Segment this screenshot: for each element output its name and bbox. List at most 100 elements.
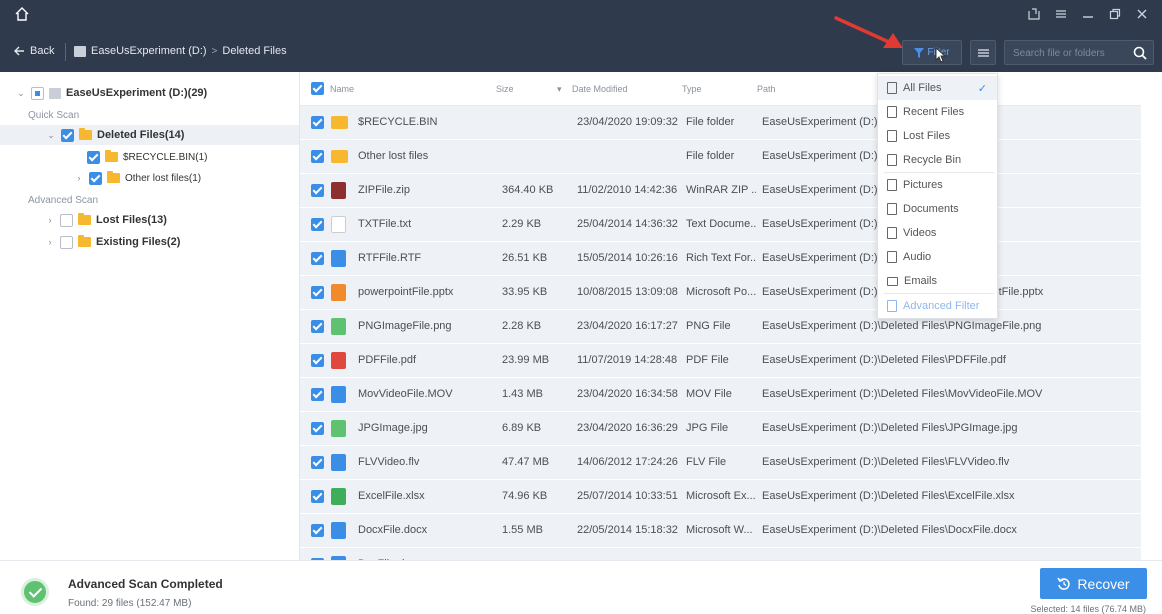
- filter-option-documents[interactable]: Documents: [878, 197, 997, 221]
- file-size: 6.89 KB: [502, 422, 542, 434]
- column-header-name[interactable]: Name: [330, 84, 354, 94]
- filter-option-recycle-bin[interactable]: Recycle Bin: [878, 148, 997, 172]
- row-checkbox[interactable]: [311, 184, 324, 197]
- row-checkbox[interactable]: [311, 150, 324, 163]
- recover-button[interactable]: Recover: [1040, 568, 1147, 599]
- chevron-down-icon[interactable]: ⌄: [46, 130, 56, 140]
- row-checkbox[interactable]: [311, 354, 324, 367]
- close-icon[interactable]: [1136, 8, 1148, 20]
- checkbox-unchecked[interactable]: [60, 235, 73, 249]
- status-bar: Advanced Scan Completed Found: 29 files …: [0, 560, 1162, 614]
- breadcrumb: EaseUsExperiment (D:) > Deleted Files: [74, 45, 287, 57]
- feedback-icon[interactable]: [1028, 8, 1040, 20]
- table-row[interactable]: ExcelFile.xlsx 74.96 KB 25/07/2014 10:33:5…: [300, 480, 1141, 514]
- file-name: ExcelFile.xlsx: [358, 490, 425, 502]
- tree-item-existing-files[interactable]: › Existing Files(2): [45, 232, 180, 252]
- file-size: 2.28 KB: [502, 320, 542, 332]
- tree-item-root[interactable]: ⌄ EaseUsExperiment (D:)(29): [16, 83, 207, 103]
- row-checkbox[interactable]: [311, 286, 324, 299]
- filter-option-lost-files[interactable]: Lost Files: [878, 124, 997, 148]
- select-all-checkbox[interactable]: [311, 82, 324, 95]
- scrollbar[interactable]: [1141, 72, 1162, 560]
- table-row[interactable]: MovVideoFile.MOV 1.43 MB 23/04/2020 16:34:…: [300, 378, 1141, 412]
- doc-file-icon: [331, 522, 346, 539]
- search-icon[interactable]: [1133, 46, 1147, 60]
- back-button[interactable]: Back: [14, 45, 54, 57]
- folder-file-icon: [331, 116, 348, 129]
- breadcrumb-drive[interactable]: EaseUsExperiment (D:): [91, 45, 207, 57]
- column-header-type[interactable]: Type: [682, 84, 702, 94]
- table-row[interactable]: DocFile.doc: [300, 548, 1141, 560]
- checkbox-checked[interactable]: [61, 128, 74, 142]
- list-view-button[interactable]: [970, 40, 996, 65]
- table-row[interactable]: RTFFile.RTF 26.51 KB 15/05/2014 10:26:16 Ri…: [300, 242, 1141, 276]
- folder-icon: [79, 128, 92, 140]
- filter-option-label: Documents: [903, 203, 959, 215]
- table-row[interactable]: powerpointFile.pptx 33.95 KB 10/08/2015 13…: [300, 276, 1141, 310]
- tree-item-label: Lost Files(13): [96, 214, 167, 226]
- filter-option-advanced[interactable]: Advanced Filter: [878, 294, 997, 318]
- file-size: 23.99 MB: [502, 354, 550, 366]
- breadcrumb-folder[interactable]: Deleted Files: [222, 45, 286, 57]
- filter-option-pictures[interactable]: Pictures: [878, 173, 997, 197]
- chevron-down-icon[interactable]: ⌄: [16, 88, 26, 98]
- file-size: 364.40 KB: [502, 184, 554, 196]
- home-icon[interactable]: [14, 6, 30, 22]
- filter-option-emails[interactable]: Emails: [878, 269, 997, 293]
- table-row[interactable]: Other lost files File folder EaseUsExperim…: [300, 140, 1141, 174]
- tree-item-label: Other lost files(1): [125, 172, 202, 184]
- chevron-right-icon[interactable]: ›: [74, 173, 84, 183]
- file-path: EaseUsExperiment (D:)\Deleted Files\Docx…: [762, 524, 1017, 536]
- filter-button[interactable]: Filter: [902, 40, 962, 65]
- checkbox-partial[interactable]: [31, 86, 44, 100]
- row-checkbox[interactable]: [311, 422, 324, 435]
- txt-file-icon: [331, 216, 346, 233]
- file-size: 26.51 KB: [502, 252, 548, 264]
- row-checkbox[interactable]: [311, 218, 324, 231]
- file-path: EaseUsExperiment (D:)\Deleted Files\MovV…: [762, 388, 1043, 400]
- row-checkbox[interactable]: [311, 252, 324, 265]
- filter-option-audio[interactable]: Audio: [878, 245, 997, 269]
- row-checkbox[interactable]: [311, 320, 324, 333]
- row-checkbox[interactable]: [311, 490, 324, 503]
- search-input[interactable]: [1013, 46, 1131, 60]
- restore-icon[interactable]: [1109, 8, 1121, 20]
- tree-item-deleted-files[interactable]: ⌄ Deleted Files(14): [0, 125, 299, 145]
- filter-option-all-files[interactable]: All Files ✓: [878, 76, 997, 100]
- tree-item-other-lost-files[interactable]: › Other lost files(1): [74, 168, 201, 188]
- file-date-modified: 10/08/2015 13:09:08: [577, 286, 678, 298]
- table-row[interactable]: PNGImageFile.png 2.28 KB 23/04/2020 16:17:…: [300, 310, 1141, 344]
- column-header-date[interactable]: Date Modified: [572, 84, 628, 94]
- table-row[interactable]: PDFFile.pdf 23.99 MB 11/07/2019 14:28:48 PD…: [300, 344, 1141, 378]
- file-type: File folder: [686, 116, 735, 128]
- column-header-path[interactable]: Path: [757, 84, 776, 94]
- table-row[interactable]: JPGImage.jpg 6.89 KB 23/04/2020 16:36:29 JP…: [300, 412, 1141, 446]
- chevron-right-icon[interactable]: ›: [45, 215, 55, 225]
- table-row[interactable]: DocxFile.docx 1.55 MB 22/05/2014 15:18:32 M…: [300, 514, 1141, 548]
- table-row[interactable]: $RECYCLE.BIN 23/04/2020 19:09:32 File fold…: [300, 106, 1141, 140]
- filter-option-videos[interactable]: Videos: [878, 221, 997, 245]
- row-checkbox[interactable]: [311, 388, 324, 401]
- table-row[interactable]: FLVVideo.flv 47.47 MB 14/06/2012 17:24:26 F…: [300, 446, 1141, 480]
- file-type: WinRAR ZIP ...: [686, 184, 756, 196]
- menu-icon[interactable]: [1055, 8, 1067, 20]
- table-row[interactable]: TXTFile.txt 2.29 KB 25/04/2014 14:36:32 Tex…: [300, 208, 1141, 242]
- title-bar: Back EaseUsExperiment (D:) > Deleted Fil…: [0, 0, 1162, 72]
- table-row[interactable]: ZIPFile.zip 364.40 KB 11/02/2010 14:42:36 W…: [300, 174, 1141, 208]
- chevron-right-icon[interactable]: ›: [45, 237, 55, 247]
- row-checkbox[interactable]: [311, 116, 324, 129]
- tree-item-recycle-bin[interactable]: $RECYCLE.BIN(1): [87, 147, 207, 167]
- row-checkbox[interactable]: [311, 524, 324, 537]
- filter-option-recent-files[interactable]: Recent Files: [878, 100, 997, 124]
- file-path: EaseUsExperiment (D:)\Deleted Files\PNGI…: [762, 320, 1042, 332]
- row-checkbox[interactable]: [311, 456, 324, 469]
- column-header-size[interactable]: Size: [496, 84, 514, 94]
- file-name: FLVVideo.flv: [358, 456, 420, 468]
- recycle-bin-icon: [887, 154, 897, 166]
- file-size: 1.55 MB: [502, 524, 543, 536]
- checkbox-checked[interactable]: [89, 171, 102, 185]
- checkbox-checked[interactable]: [87, 150, 100, 164]
- tree-item-lost-files[interactable]: › Lost Files(13): [45, 210, 167, 230]
- minimize-icon[interactable]: [1082, 8, 1094, 20]
- checkbox-unchecked[interactable]: [60, 213, 73, 227]
